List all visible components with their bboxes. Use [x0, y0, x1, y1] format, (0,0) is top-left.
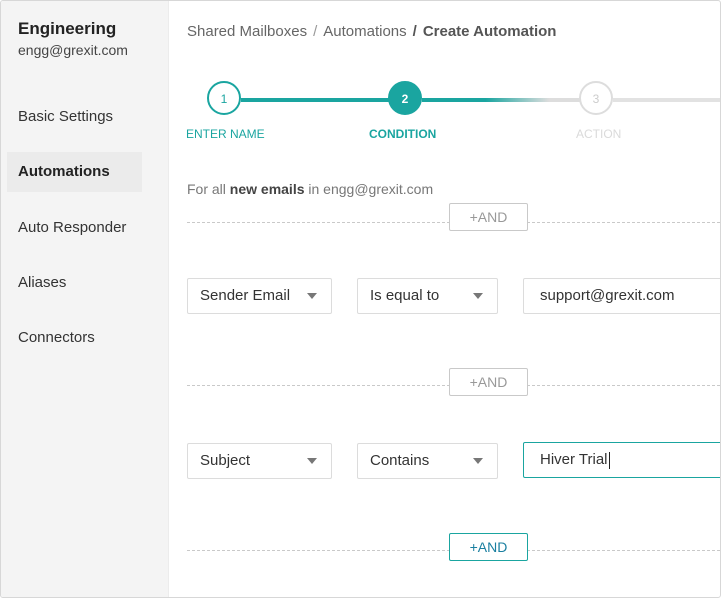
- operator-select-value: Is equal to: [370, 287, 440, 304]
- breadcrumb-automations[interactable]: Automations: [323, 23, 406, 40]
- chevron-down-icon: [473, 293, 483, 299]
- sidebar-item-connectors[interactable]: Connectors: [7, 318, 142, 358]
- sidebar: Engineering engg@grexit.com Basic Settin…: [1, 1, 169, 597]
- sidebar-item-automations[interactable]: Automations: [7, 152, 142, 192]
- intro-suffix: in engg@grexit.com: [308, 181, 434, 197]
- value-input[interactable]: support@grexit.com: [523, 278, 720, 314]
- text-cursor: [608, 451, 610, 469]
- breadcrumb-separator: /: [313, 23, 318, 40]
- field-select[interactable]: Sender Email: [187, 278, 332, 314]
- breadcrumb-create-automation: Create Automation: [422, 23, 557, 40]
- operator-select-value: Contains: [370, 452, 430, 469]
- sidebar-item-aliases[interactable]: Aliases: [7, 263, 142, 303]
- breadcrumb: Shared Mailboxes / Automations / Create Auto…: [187, 23, 556, 40]
- team-email: engg@grexit.com: [18, 42, 128, 58]
- step-connector-3-4: [613, 98, 720, 102]
- value-input[interactable]: Hiver Trial: [523, 442, 720, 478]
- field-select-value: Sender Email: [200, 287, 291, 304]
- step-3-label: ACTION: [576, 127, 622, 141]
- value-input-text: Hiver Trial: [540, 451, 608, 468]
- step-1-label: ENTER NAME: [186, 127, 265, 141]
- add-and-button[interactable]: +AND: [449, 533, 528, 561]
- breadcrumb-shared-mailboxes[interactable]: Shared Mailboxes: [187, 23, 307, 40]
- team-name: Engineering: [18, 19, 117, 38]
- sidebar-item-auto-responder[interactable]: Auto Responder: [7, 208, 142, 248]
- operator-select[interactable]: Is equal to: [357, 278, 498, 314]
- operator-select[interactable]: Contains: [357, 443, 498, 479]
- chevron-down-icon: [307, 458, 317, 464]
- step-1-circle[interactable]: 1: [207, 81, 241, 115]
- chevron-down-icon: [307, 293, 317, 299]
- main-content: Shared Mailboxes / Automations / Create Auto…: [169, 1, 720, 597]
- intro-prefix: For all: [187, 181, 226, 197]
- field-select[interactable]: Subject: [187, 443, 332, 479]
- value-input-text: support@grexit.com: [540, 287, 675, 304]
- add-and-button[interactable]: +AND: [449, 203, 528, 231]
- sidebar-item-basic-settings[interactable]: Basic Settings: [7, 97, 142, 137]
- step-2-circle[interactable]: 2: [388, 81, 422, 115]
- step-connector-1-2: [241, 98, 390, 102]
- step-2-label: CONDITION: [369, 127, 437, 141]
- step-3-circle: 3: [579, 81, 613, 115]
- progress-stepper: 1 2 3 ENTER NAME CONDITION ACTION: [169, 79, 720, 149]
- app-window: Engineering engg@grexit.com Basic Settin…: [0, 0, 721, 598]
- chevron-down-icon: [473, 458, 483, 464]
- field-select-value: Subject: [200, 452, 251, 469]
- step-connector-2-3: [422, 98, 581, 102]
- breadcrumb-separator: /: [412, 23, 417, 40]
- intro-emphasis: new emails: [229, 181, 305, 197]
- add-and-button[interactable]: +AND: [449, 368, 528, 396]
- condition-intro: For all new emails in engg@grexit.com: [187, 181, 433, 197]
